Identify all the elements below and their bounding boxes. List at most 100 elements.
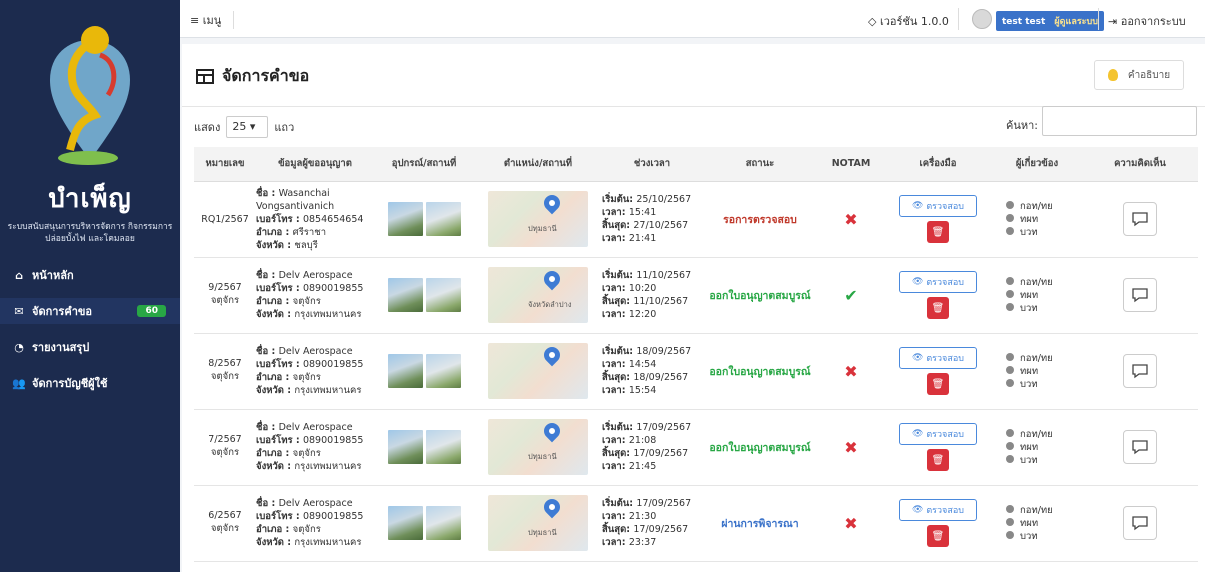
end-date-label: สิ้นสุด:	[602, 448, 634, 459]
comment-button[interactable]	[1123, 430, 1157, 464]
applicant-cell: ชื่อ : Delv Aerospace เบอร์โทร : 0890019…	[256, 409, 374, 486]
menu-toggle-button[interactable]: ≡ เมนู	[190, 11, 235, 29]
comment-cell	[1082, 257, 1198, 334]
main-card: จัดการคำขอ คำอธิบาย แสดง 25 ▾ แถว ค้นหา:…	[182, 44, 1205, 572]
comment-button[interactable]	[1123, 354, 1157, 388]
user-badge[interactable]: test test ผู้ดูแลระบบ	[996, 11, 1104, 31]
equipment-photo[interactable]	[387, 278, 423, 312]
delete-button[interactable]: 🗑	[927, 297, 949, 319]
eye-icon: 👁	[912, 429, 927, 439]
applicant-cell: ชื่อ : Wasanchai Vongsantivanich เบอร์โท…	[256, 181, 374, 258]
related-agency: ทผท	[1020, 517, 1039, 529]
column-header[interactable]: ผู้เกี่ยวข้อง	[992, 147, 1082, 182]
count-badge: 60	[137, 305, 166, 317]
rows-label: แถว	[274, 121, 295, 134]
name-label: ชื่อ :	[256, 346, 279, 357]
inspect-button[interactable]: 👁 ตรวจสอบ	[899, 195, 977, 217]
cross-icon: ✖	[844, 361, 858, 381]
equipment-photo[interactable]	[387, 354, 423, 388]
sidebar-item-home[interactable]: ⌂ หน้าหลัก	[0, 262, 180, 288]
district-label: อำเภอ :	[256, 296, 293, 307]
site-photo[interactable]	[425, 202, 461, 236]
request-number-cell: 8/2567 จตุจักร	[194, 333, 256, 410]
comment-button[interactable]	[1123, 506, 1157, 540]
location-map[interactable]: จังหวัดลำปาง	[488, 267, 588, 323]
column-header[interactable]: เครื่องมือ	[884, 147, 992, 182]
status-dot	[1006, 302, 1014, 311]
site-photo[interactable]	[425, 278, 461, 312]
notam-cell: ✔	[818, 257, 884, 334]
location-map[interactable]	[488, 343, 588, 399]
column-header[interactable]: NOTAM	[818, 147, 884, 182]
status-dot	[1006, 276, 1014, 285]
column-header[interactable]: ความคิดเห็น	[1082, 147, 1198, 182]
district-label: อำเภอ :	[256, 372, 293, 383]
related-agency: ทผท	[1020, 213, 1039, 225]
phone-label: เบอร์โทร :	[256, 213, 303, 225]
map-pin-icon	[540, 343, 564, 367]
column-header[interactable]: หมายเลข	[194, 147, 256, 182]
province-label: จังหวัด :	[256, 385, 295, 396]
column-header[interactable]: ตำแหน่ง/สถานที่	[474, 147, 602, 182]
comment-icon	[1132, 212, 1148, 227]
divider	[1098, 8, 1099, 30]
topbar: ≡ เมนู ◇ เวอร์ชัน 1.0.0 test test ผู้ดูแ…	[180, 0, 1205, 38]
start-time: 14:54	[628, 359, 657, 370]
location-cell: จังหวัดลำปาง	[474, 257, 602, 334]
inspect-button[interactable]: 👁 ตรวจสอบ	[899, 271, 977, 293]
applicant-province: กรุงเทพมหานคร	[294, 309, 362, 320]
table-row: 8/2567 จตุจักร ชื่อ : Delv Aerospace เบอ…	[194, 333, 1198, 410]
sidebar-item-reports[interactable]: ◔ รายงานสรุป	[0, 334, 180, 360]
search-input[interactable]	[1042, 106, 1197, 136]
location-map[interactable]: ปทุมธานี	[488, 495, 588, 551]
tools-cell: 👁 ตรวจสอบ 🗑	[884, 181, 992, 258]
applicant-province: กรุงเทพมหานคร	[294, 461, 362, 472]
avatar[interactable]	[972, 9, 992, 29]
delete-button[interactable]: 🗑	[927, 373, 949, 395]
inspect-button[interactable]: 👁 ตรวจสอบ	[899, 347, 977, 369]
page-size-select[interactable]: 25 ▾	[226, 116, 269, 138]
delete-button[interactable]: 🗑	[927, 449, 949, 471]
related-agency: กอท/ทย	[1020, 276, 1053, 288]
cross-icon: ✖	[844, 209, 858, 229]
location-map[interactable]: ปทุมธานี	[488, 191, 588, 247]
logout-button[interactable]: ⇥ ออกจากระบบ	[1108, 12, 1186, 30]
inspect-button[interactable]: 👁 ตรวจสอบ	[899, 499, 977, 521]
column-header[interactable]: อุปกรณ์/สถานที่	[374, 147, 474, 182]
comment-cell	[1082, 485, 1198, 562]
location-map[interactable]: ปทุมธานี	[488, 419, 588, 475]
comment-icon	[1132, 364, 1148, 379]
end-time-label: เวลา:	[602, 537, 629, 548]
column-header[interactable]: ข้อมูลผู้ขออนุญาต	[256, 147, 374, 182]
equipment-cell	[374, 409, 474, 486]
tools-cell: 👁 ตรวจสอบ 🗑	[884, 257, 992, 334]
sidebar-item-users[interactable]: 👥 จัดการบัญชีผู้ใช้	[0, 370, 180, 396]
comment-button[interactable]	[1123, 202, 1157, 236]
equipment-photo[interactable]	[387, 430, 423, 464]
equipment-photo[interactable]	[387, 506, 423, 540]
equipment-cell	[374, 181, 474, 258]
request-number-cell: 9/2567 จตุจักร	[194, 257, 256, 334]
sidebar-item-requests[interactable]: ✉ จัดการคำขอ 60	[0, 298, 180, 324]
help-button[interactable]: คำอธิบาย	[1094, 60, 1184, 90]
comment-button[interactable]	[1123, 278, 1157, 312]
period-cell: เริ่มต้น: 17/09/2567 เวลา: 21:30 สิ้นสุด…	[602, 485, 702, 562]
site-photo[interactable]	[425, 354, 461, 388]
site-photo[interactable]	[425, 430, 461, 464]
site-photo[interactable]	[425, 506, 461, 540]
applicant-province: กรุงเทพมหานคร	[294, 537, 362, 548]
inspect-button[interactable]: 👁 ตรวจสอบ	[899, 423, 977, 445]
cross-icon: ✖	[844, 437, 858, 457]
equipment-photo[interactable]	[387, 202, 423, 236]
name-label: ชื่อ :	[256, 187, 279, 199]
column-header[interactable]: ช่วงเวลา	[602, 147, 702, 182]
delete-button[interactable]: 🗑	[927, 525, 949, 547]
related-agency: ทผท	[1020, 441, 1039, 453]
equipment-cell	[374, 257, 474, 334]
end-date: 18/09/2567	[633, 372, 689, 383]
page-title-text: จัดการคำขอ	[222, 66, 310, 85]
delete-button[interactable]: 🗑	[927, 221, 949, 243]
start-time: 21:30	[628, 511, 657, 522]
brand-subtitle: ระบบสนับสนุนการบริหารจัดการ กิจกรรมการปล…	[7, 222, 173, 244]
column-header[interactable]: สถานะ	[702, 147, 818, 182]
